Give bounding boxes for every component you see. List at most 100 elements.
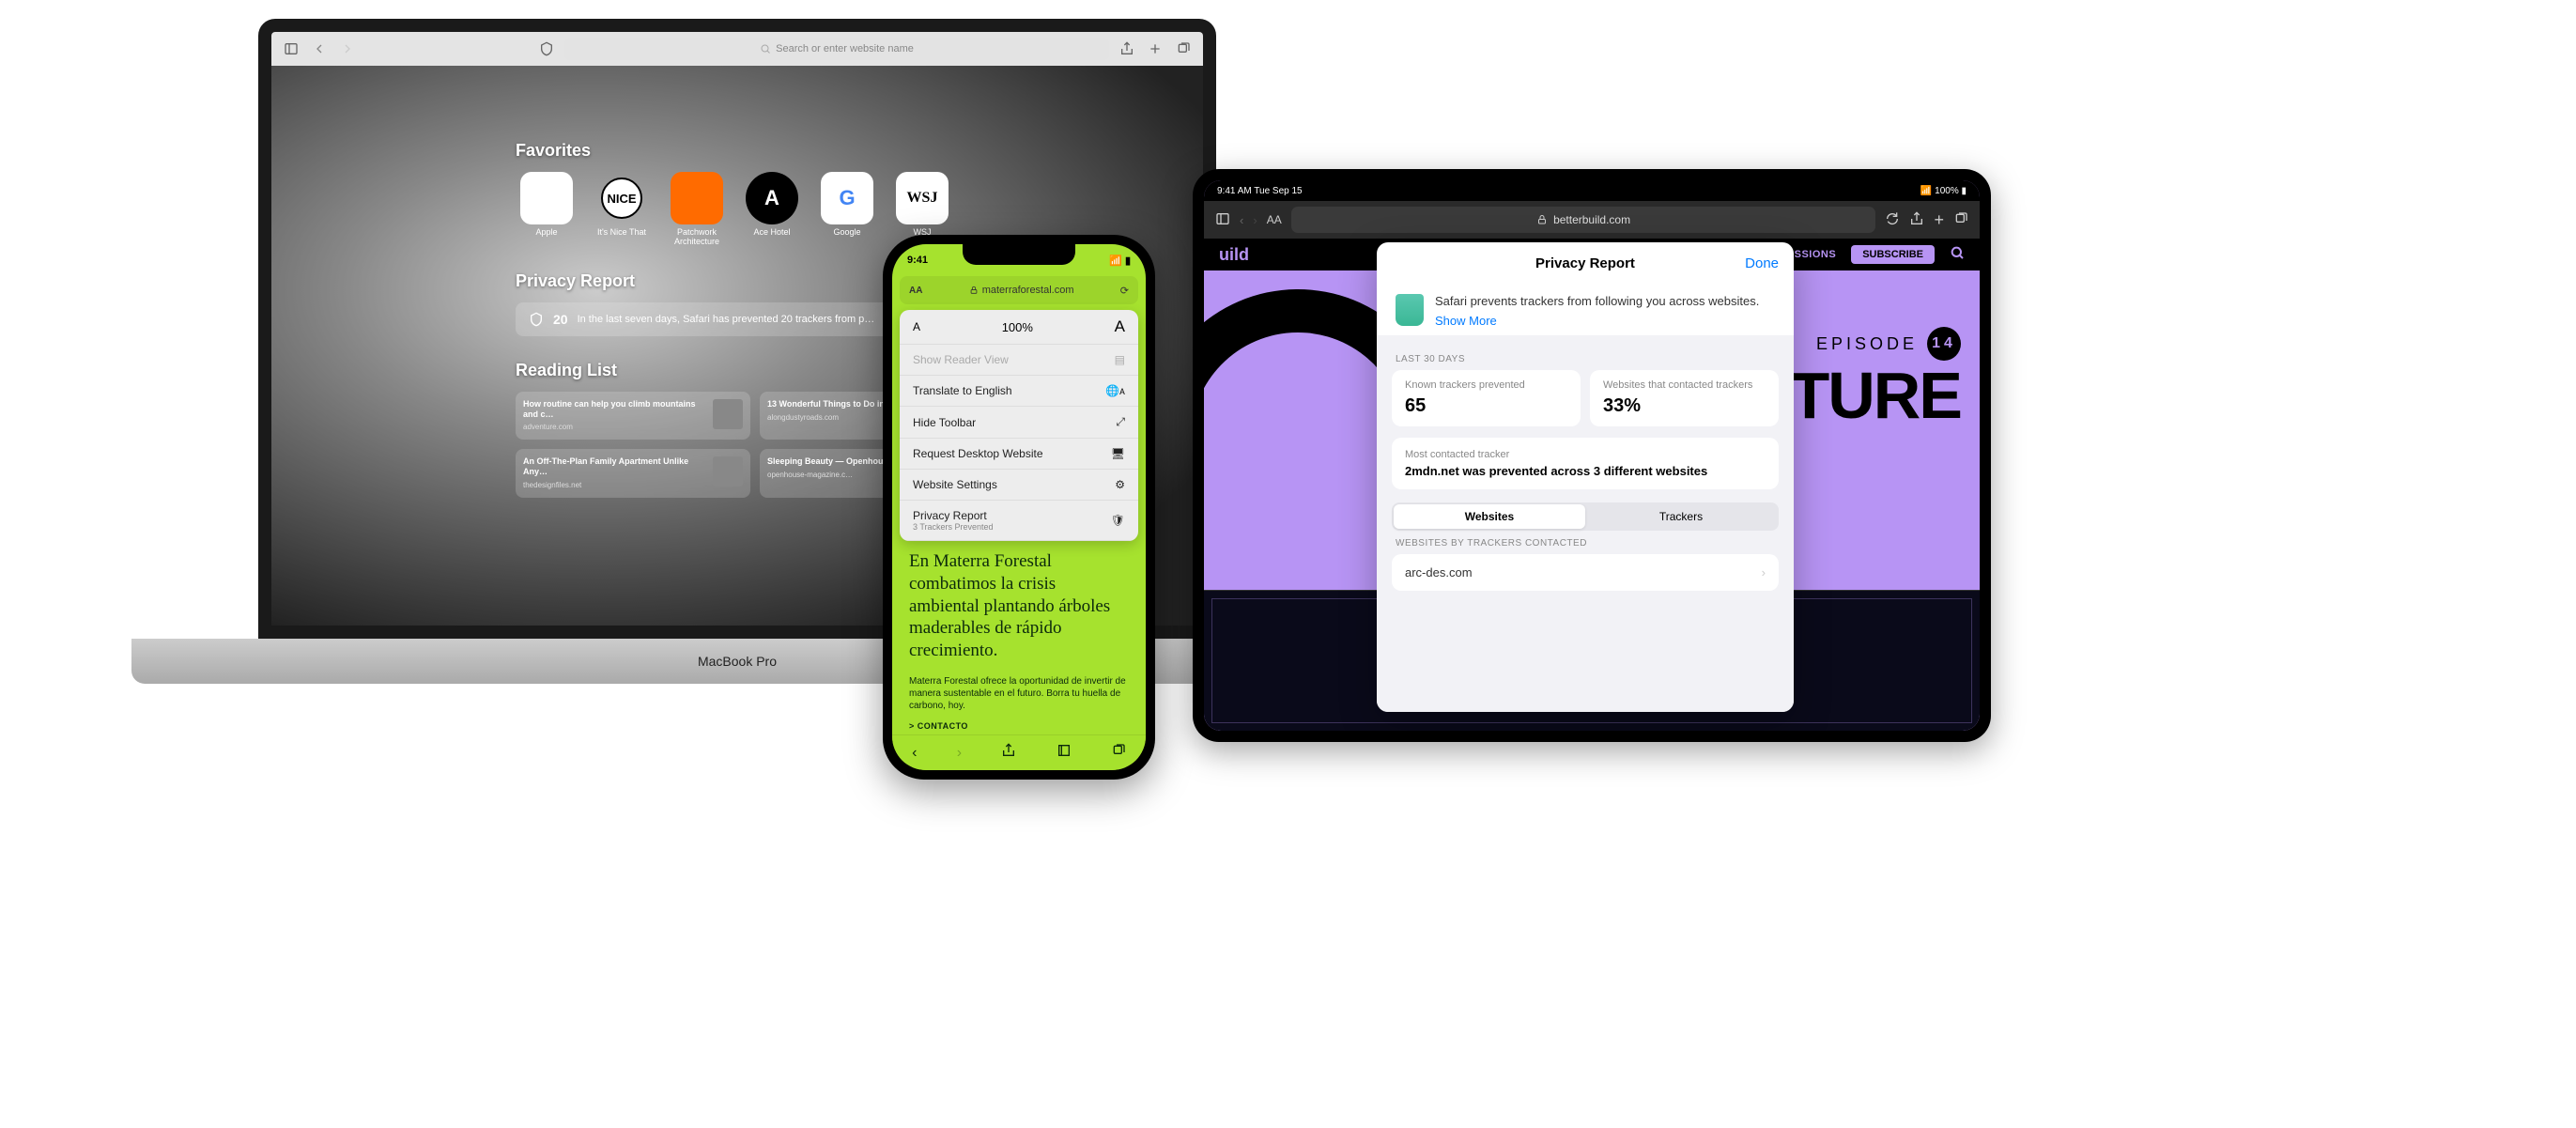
most-contacted-card: Most contacted tracker 2mdn.net was prev…: [1392, 438, 1779, 489]
stat-card: Websites that contacted trackers 33%: [1590, 370, 1779, 426]
segment-websites[interactable]: Websites: [1394, 504, 1585, 529]
tabs-button[interactable]: [1111, 743, 1126, 763]
popover-title: Privacy Report: [1535, 255, 1635, 271]
menu-privacy-report[interactable]: Privacy Report3 Trackers Prevented🛡: [900, 501, 1138, 541]
new-tab-button[interactable]: [1145, 39, 1165, 59]
status-indicators: 📶 ▮: [1109, 255, 1131, 267]
reader-icon: ▤: [1115, 353, 1125, 366]
stat-card: Known trackers prevented 65: [1392, 370, 1581, 426]
lock-icon: [1536, 214, 1548, 225]
shield-icon: [1396, 294, 1424, 326]
popover-header: Privacy Report Done: [1377, 242, 1794, 285]
site-brand[interactable]: uild: [1219, 245, 1249, 265]
sidebar-icon[interactable]: [1215, 211, 1230, 229]
address-bar[interactable]: Search or enter website name: [564, 38, 1109, 60]
website-row[interactable]: arc-des.com ›: [1392, 554, 1779, 591]
new-tab-button[interactable]: +: [1934, 210, 1944, 230]
menu-website-settings[interactable]: Website Settings⚙: [900, 470, 1138, 501]
privacy-summary-text: In the last seven days, Safari has preve…: [578, 314, 875, 325]
privacy-report-popover: Privacy Report Done Safari prevents trac…: [1377, 242, 1794, 712]
reload-button[interactable]: [1885, 211, 1900, 229]
ipad-device: 9:41 AM Tue Sep 15 📶 100% ▮ ‹ › AA bette…: [1193, 169, 1991, 742]
ipad-screen: 9:41 AM Tue Sep 15 📶 100% ▮ ‹ › AA bette…: [1204, 180, 1980, 731]
list-label: WEBSITES BY TRACKERS CONTACTED: [1396, 538, 1775, 549]
share-button[interactable]: [1909, 211, 1924, 229]
forward-button[interactable]: [337, 39, 358, 59]
shield-icon: [529, 312, 544, 327]
text-size-icon[interactable]: AA: [909, 286, 922, 296]
tabs-overview-button[interactable]: [1173, 39, 1194, 59]
address-bar[interactable]: betterbuild.com: [1291, 207, 1876, 233]
macbook-base: MacBook Pro: [131, 639, 1343, 684]
show-more-link[interactable]: Show More: [1435, 314, 1497, 328]
text-size-icon[interactable]: AA: [1267, 213, 1282, 226]
share-button[interactable]: [1117, 39, 1137, 59]
page-paragraph: Materra Forestal ofrece la oportunidad d…: [909, 675, 1129, 712]
address-bar[interactable]: AA materraforestal.com ⟳: [900, 276, 1138, 304]
url-text: materraforestal.com: [982, 285, 1074, 296]
thumbnail: [713, 456, 743, 487]
zoom-out-button[interactable]: A: [913, 320, 920, 333]
notch: [963, 244, 1075, 265]
zoom-percent: 100%: [1002, 320, 1033, 334]
status-time: 9:41 AM Tue Sep 15: [1217, 186, 1303, 196]
safari-ipad-toolbar: ‹ › AA betterbuild.com +: [1204, 201, 1980, 239]
privacy-shield-icon[interactable]: [536, 39, 557, 59]
episode-number: 14: [1927, 327, 1961, 361]
period-label: LAST 30 DAYS: [1396, 354, 1775, 364]
ipad-status-bar: 9:41 AM Tue Sep 15 📶 100% ▮: [1204, 180, 1980, 201]
chevron-right-icon: ›: [1762, 565, 1766, 579]
bookmarks-button[interactable]: [1057, 743, 1072, 763]
address-placeholder: Search or enter website name: [776, 43, 914, 54]
page-content: En Materra Forestal combatimos la crisis…: [892, 541, 1146, 740]
popover-info: Safari prevents trackers from following …: [1377, 285, 1794, 335]
gear-icon: ⚙: [1115, 478, 1125, 491]
back-button[interactable]: ‹: [1240, 213, 1243, 227]
info-text: Safari prevents trackers from following …: [1435, 294, 1759, 310]
shield-icon: 🛡: [1111, 514, 1125, 527]
safari-bottom-toolbar: ‹ ›: [892, 734, 1146, 770]
safari-mac-toolbar: Search or enter website name: [271, 32, 1203, 66]
url-text: betterbuild.com: [1553, 213, 1630, 226]
back-button[interactable]: [309, 39, 330, 59]
menu-hide-toolbar[interactable]: Hide Toolbar⤢: [900, 407, 1138, 439]
reading-item[interactable]: An Off-The-Plan Family Apartment Unlike …: [516, 449, 750, 497]
thumbnail: [713, 399, 743, 429]
back-button[interactable]: ‹: [912, 745, 917, 762]
page-settings-menu: A 100% A Show Reader View▤ Translate to …: [900, 310, 1138, 541]
iphone-device: 9:41 📶 ▮ AA materraforestal.com ⟳ A 100%…: [883, 235, 1155, 780]
contact-link[interactable]: > CONTACTO: [909, 721, 1129, 731]
favorite-patchwork[interactable]: Patchwork Architecture: [666, 172, 728, 247]
forward-button[interactable]: ›: [957, 745, 962, 762]
favorites-heading: Favorites: [516, 141, 1203, 161]
favorite-apple[interactable]: Apple: [516, 172, 578, 247]
macbook-device: Search or enter website name Favorites A…: [131, 19, 1343, 920]
forward-button[interactable]: ›: [1253, 213, 1257, 227]
segmented-control[interactable]: Websites Trackers: [1392, 502, 1779, 531]
segment-trackers[interactable]: Trackers: [1585, 504, 1777, 529]
zoom-in-button[interactable]: A: [1115, 317, 1125, 336]
stat-value: 65: [1405, 395, 1567, 417]
reload-icon[interactable]: ⟳: [1120, 285, 1129, 297]
stat-value: 33%: [1603, 395, 1766, 417]
sidebar-toggle-button[interactable]: [281, 39, 301, 59]
favorite-google[interactable]: GGoogle: [816, 172, 878, 247]
favorite-its-nice-that[interactable]: NICEIt's Nice That: [591, 172, 653, 247]
iphone-screen: 9:41 📶 ▮ AA materraforestal.com ⟳ A 100%…: [892, 244, 1146, 770]
search-icon[interactable]: [1950, 245, 1965, 265]
done-button[interactable]: Done: [1745, 255, 1779, 271]
lock-icon: [969, 286, 979, 295]
share-button[interactable]: [1001, 743, 1016, 763]
desktop-icon: 🖥: [1111, 447, 1125, 460]
menu-request-desktop[interactable]: Request Desktop Website🖥: [900, 439, 1138, 470]
status-time: 9:41: [907, 255, 928, 266]
tabs-button[interactable]: [1953, 211, 1968, 229]
page-headline: En Materra Forestal combatimos la crisis…: [909, 550, 1129, 662]
favorite-ace-hotel[interactable]: AAce Hotel: [741, 172, 803, 247]
popover-body: LAST 30 DAYS Known trackers prevented 65…: [1377, 335, 1794, 712]
menu-show-reader: Show Reader View▤: [900, 345, 1138, 376]
subscribe-button[interactable]: SUBSCRIBE: [1851, 245, 1935, 264]
reading-item[interactable]: How routine can help you climb mountains…: [516, 392, 750, 440]
zoom-row: A 100% A: [900, 310, 1138, 345]
menu-translate[interactable]: Translate to English🌐ᴀ: [900, 376, 1138, 407]
